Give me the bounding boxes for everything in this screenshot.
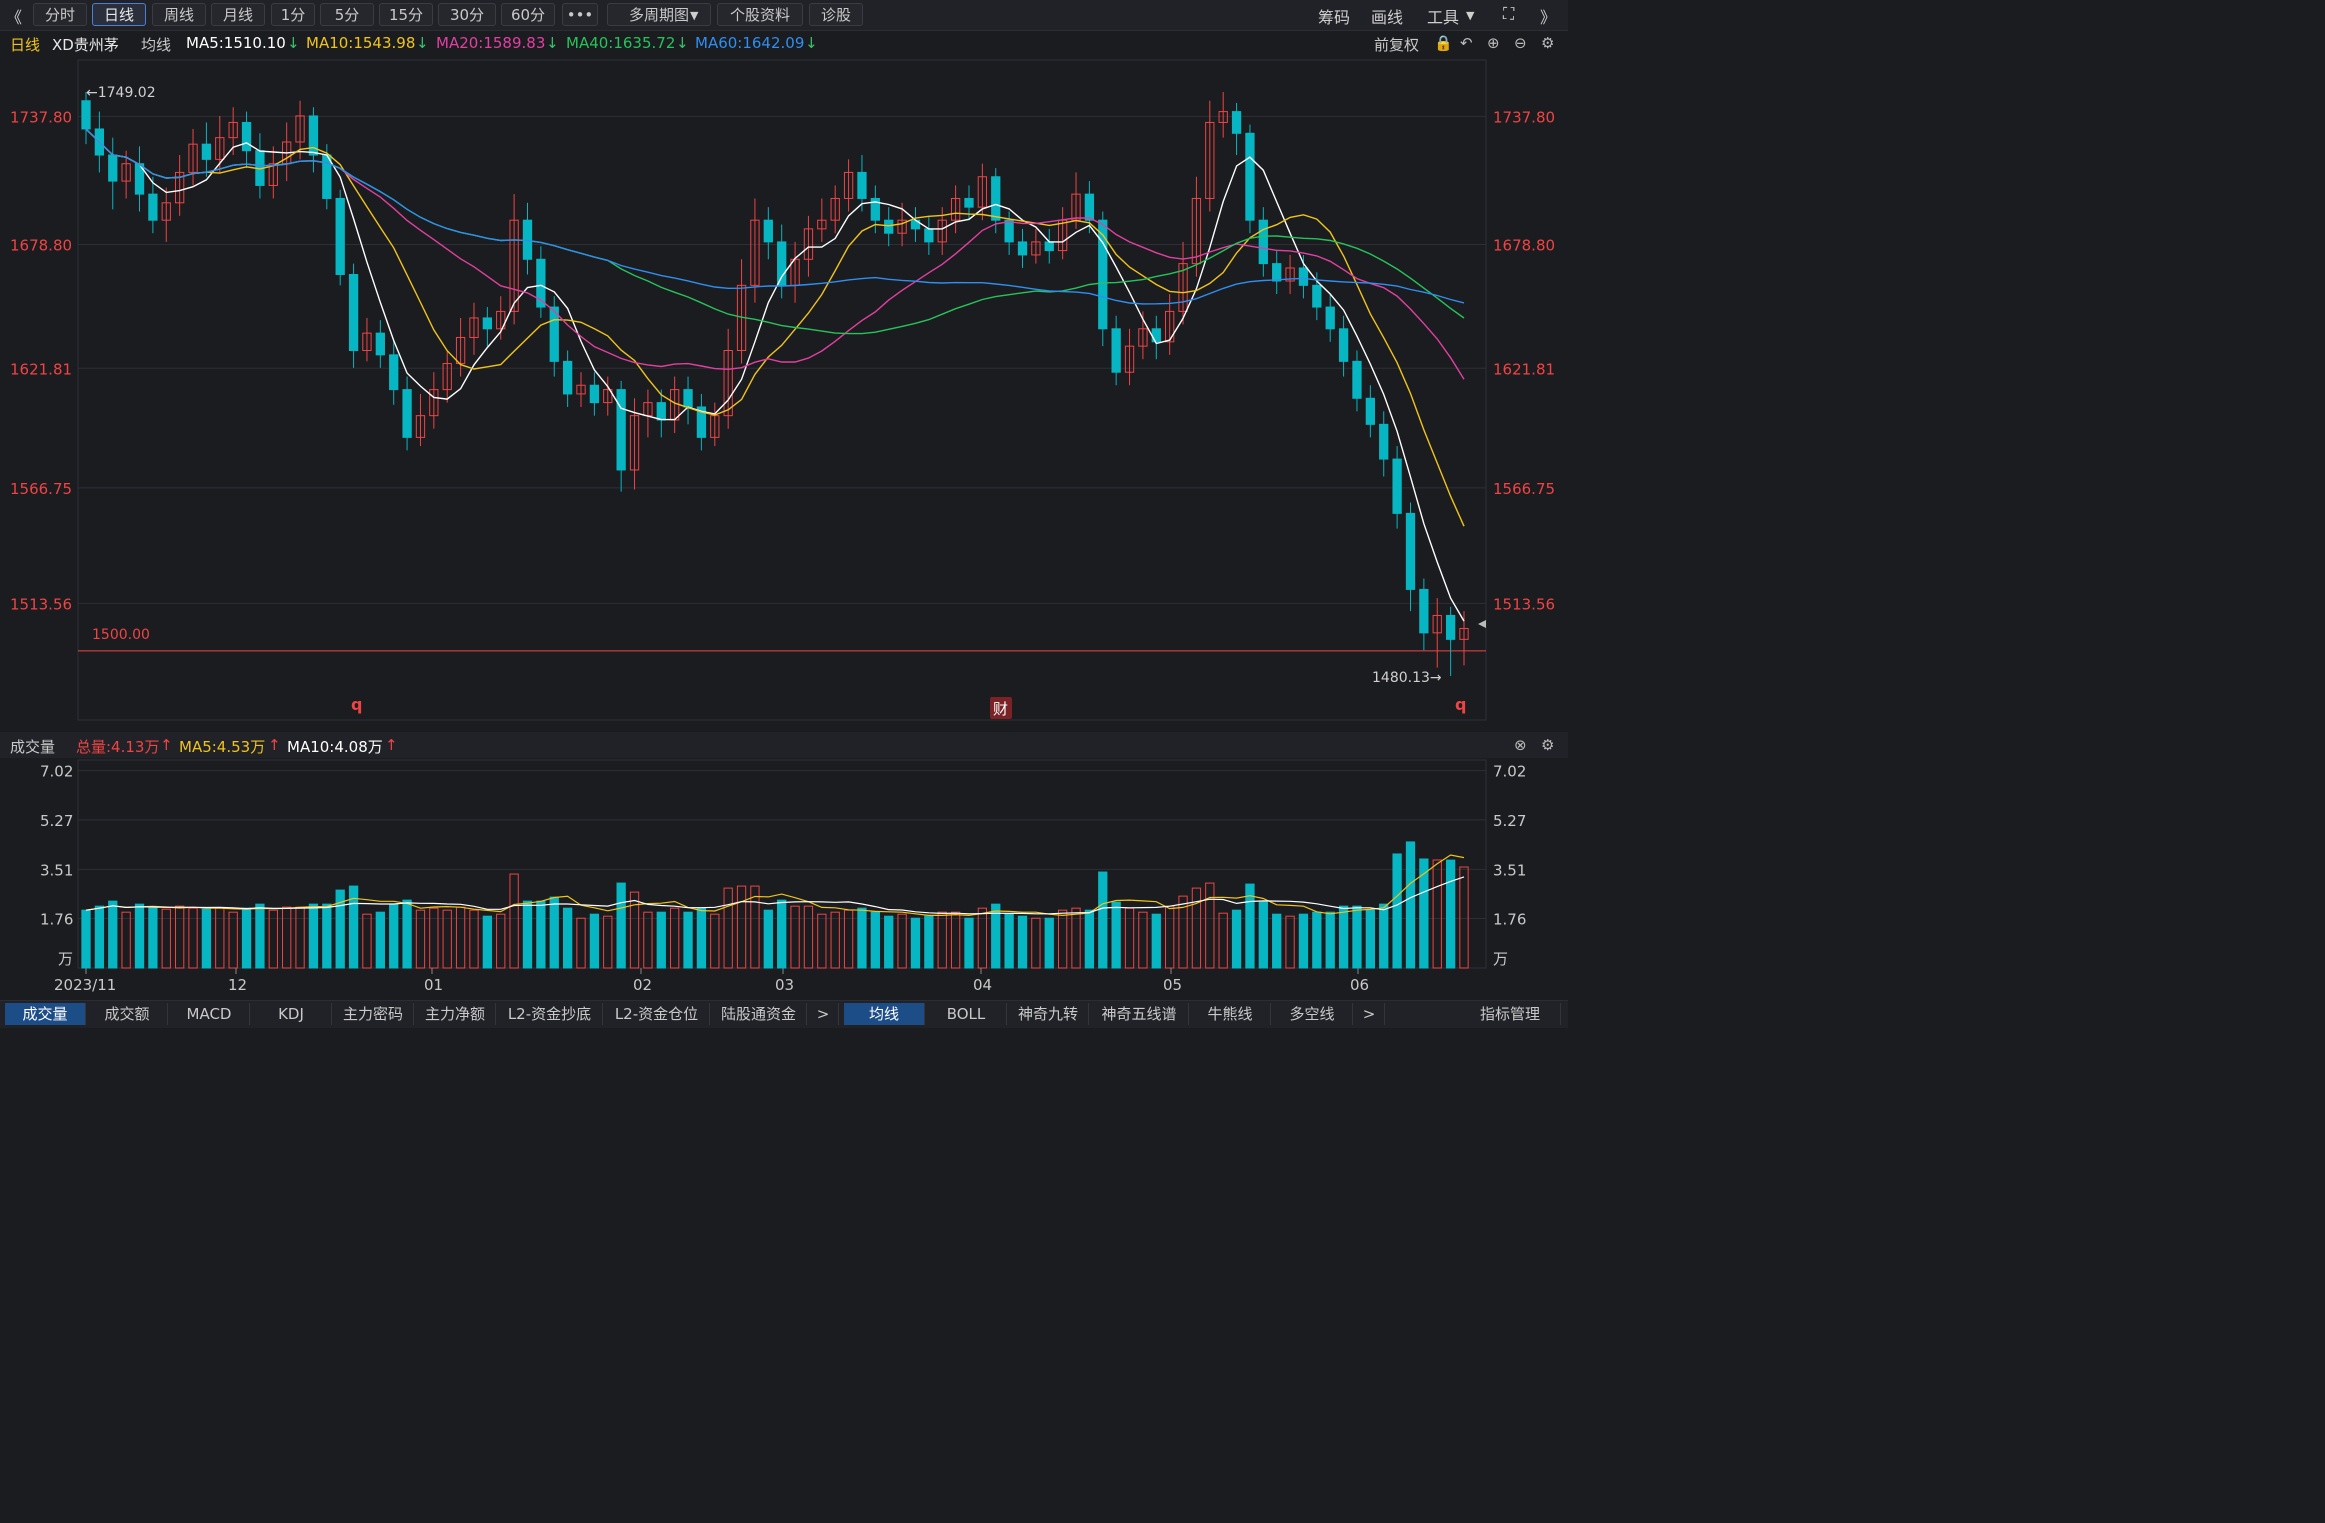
date-label: 03 — [775, 976, 794, 994]
date-label: 06 — [1350, 976, 1369, 994]
volume-bar — [536, 900, 546, 969]
volume-bar — [549, 896, 559, 969]
volume-bar — [402, 899, 412, 969]
volume-bar — [522, 900, 533, 969]
volume-bar — [1272, 913, 1282, 969]
volume-bar — [1365, 909, 1375, 969]
volume-bar — [1044, 917, 1054, 969]
volume-bar — [94, 905, 105, 969]
volume-bar — [1084, 909, 1095, 969]
volume-bar — [616, 882, 626, 969]
volume-bar — [777, 899, 787, 969]
volume-axis-left-label: 5.27 — [40, 812, 73, 830]
volume-bar — [1445, 859, 1456, 969]
volume-bar — [322, 903, 332, 969]
volume-bar — [910, 917, 921, 969]
indicator-tab[interactable]: 指标管理 — [1460, 1003, 1561, 1025]
volume-unit-right: 万 — [1493, 950, 1508, 968]
volume-axis-right-label: 1.76 — [1493, 911, 1526, 929]
volume-bar — [1312, 911, 1322, 969]
indicator-tab[interactable]: 成交额 — [87, 1003, 168, 1025]
volume-bar — [870, 911, 880, 969]
volume-bar — [1098, 871, 1108, 969]
volume-bar — [683, 911, 693, 969]
volume-bar — [1298, 913, 1309, 969]
volume-bar — [1392, 853, 1402, 969]
indicator-tab[interactable]: KDJ — [251, 1003, 332, 1025]
volume-bar — [241, 907, 252, 969]
volume-bar — [108, 900, 118, 969]
volume-bar — [1379, 903, 1389, 969]
volume-bar — [884, 915, 894, 969]
indicator-tab[interactable]: L2-资金仓位 — [604, 1003, 710, 1025]
date-label: 02 — [633, 976, 652, 994]
indicator-tab[interactable]: 神奇九转 — [1008, 1003, 1089, 1025]
volume-bar — [375, 911, 385, 969]
volume-bar — [857, 907, 867, 969]
indicator-tab[interactable]: 主力净额 — [415, 1003, 496, 1025]
indicator-tab[interactable]: 主力密码 — [333, 1003, 414, 1025]
volume-axis-right-label: 5.27 — [1493, 812, 1526, 830]
indicator-tab[interactable]: > — [1354, 1003, 1385, 1025]
indicator-tab[interactable]: 多空线 — [1272, 1003, 1353, 1025]
volume-bar — [1017, 915, 1028, 969]
volume-axis-right-label: 7.02 — [1493, 763, 1526, 781]
indicator-tab[interactable]: > — [808, 1003, 839, 1025]
indicator-tab[interactable]: 均线 — [844, 1003, 925, 1025]
date-label: 2023/11 — [54, 976, 116, 994]
volume-bar — [134, 903, 145, 969]
volume-bar — [1231, 909, 1242, 969]
volume-bar — [1004, 913, 1014, 969]
indicator-tab[interactable]: 成交量 — [5, 1003, 86, 1025]
volume-unit-left: 万 — [58, 950, 73, 968]
indicator-tabs: 成交量 成交额 MACD KDJ 主力密码 主力净额 L2-资金抄底 L2-资金仓位 陆股通资金… — [0, 1000, 1568, 1028]
date-label: 05 — [1163, 976, 1182, 994]
volume-axis-left-label: 3.51 — [40, 861, 73, 879]
volume-bar — [1338, 905, 1349, 969]
volume-axis-left-label: 1.76 — [40, 911, 73, 929]
volume-bar — [589, 913, 600, 969]
volume-bar — [308, 903, 319, 969]
volume-bar — [656, 911, 666, 969]
volume-bar — [81, 909, 91, 969]
date-label: 01 — [424, 976, 443, 994]
indicator-tab[interactable]: L2-资金抄底 — [497, 1003, 603, 1025]
volume-axis-right-label: 3.51 — [1493, 861, 1526, 879]
volume-bar — [964, 917, 974, 969]
volume-bar — [1352, 905, 1362, 969]
volume-bar — [1258, 901, 1268, 969]
indicator-tab[interactable]: 神奇五线谱 — [1090, 1003, 1189, 1025]
volume-axis-left-label: 7.02 — [40, 763, 73, 781]
volume-bar — [763, 909, 773, 969]
volume-bar — [1405, 841, 1416, 969]
date-label: 04 — [973, 976, 992, 994]
volume-bar — [482, 915, 493, 969]
volume-bar — [148, 907, 158, 969]
volume-bar — [924, 915, 934, 969]
volume-bar — [201, 908, 212, 969]
indicator-tab[interactable]: MACD — [169, 1003, 250, 1025]
indicator-tab[interactable]: 牛熊线 — [1190, 1003, 1271, 1025]
volume-bar — [696, 907, 707, 969]
volume-bar — [1151, 913, 1161, 969]
indicator-tab[interactable]: 陆股通资金 — [711, 1003, 807, 1025]
volume-bar — [562, 907, 573, 969]
volume-bar — [255, 903, 265, 969]
volume-chart[interactable]: 7.02 7.02 5.27 5.27 3.51 3.51 1.76 1.76 万 万 2023/1… — [0, 0, 1568, 1000]
date-label: 12 — [228, 976, 247, 994]
volume-bar — [1111, 901, 1121, 969]
volume-bar — [389, 903, 399, 969]
indicator-tab[interactable]: BOLL — [926, 1003, 1007, 1025]
volume-bar — [1325, 911, 1335, 969]
